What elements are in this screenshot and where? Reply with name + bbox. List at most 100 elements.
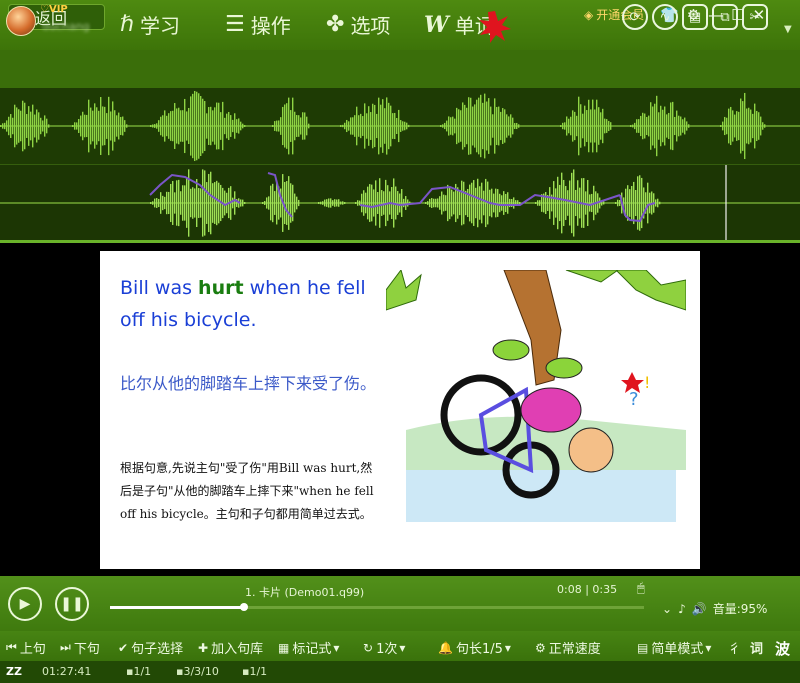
wave-sample (631, 185, 633, 221)
wave-sample (348, 121, 350, 131)
wave-sample (371, 184, 373, 222)
more-arrow-icon[interactable]: ▼ (784, 24, 792, 35)
wave-sample (571, 172, 573, 234)
mark-label: 标记式 (292, 642, 332, 657)
wave-sample (336, 199, 338, 207)
wave-sample (512, 117, 514, 135)
wave-sample (591, 193, 593, 213)
next-sentence-button[interactable]: ⏭ 下句 (60, 638, 100, 657)
waveform-sentence[interactable] (0, 164, 800, 241)
wave-sample (468, 97, 470, 155)
copy-window-icon[interactable]: ⧉ (712, 4, 738, 30)
play-button[interactable]: ▶ (8, 587, 42, 621)
wave-sample (38, 112, 40, 140)
wave-sample (94, 103, 96, 149)
wave-sample (383, 191, 385, 215)
wave-sample (720, 125, 722, 127)
wave-sample (639, 175, 641, 231)
wave-sample (431, 198, 433, 208)
grid-icon: ▦ (278, 640, 290, 655)
wave-sample (587, 180, 589, 226)
wave-sample (108, 96, 110, 156)
add-to-library-button[interactable]: ✚ 加入句库 (198, 638, 263, 658)
sentence-select-button[interactable]: ✔ 句子选择 (118, 638, 183, 658)
wave-sample (508, 116, 510, 136)
wave-sample (44, 115, 46, 137)
speed-button[interactable]: ⚙ 正常速度 (535, 638, 601, 658)
wave-sample (96, 107, 98, 145)
wave-sample (372, 103, 374, 149)
chevron-down-icon[interactable]: ⌄ (662, 602, 672, 616)
wave-sample (445, 195, 447, 211)
wave-sample (86, 114, 88, 138)
en-highlight-word[interactable]: hurt (198, 277, 244, 299)
wave-sample (474, 104, 476, 148)
wave-button[interactable]: 波 (775, 638, 790, 659)
step-icon-button[interactable]: 彳 (728, 638, 741, 657)
speaker-icon[interactable]: 🔊 (692, 602, 707, 616)
wave-sample (204, 170, 206, 236)
wave-sample (728, 108, 730, 144)
wave-sample (617, 199, 619, 207)
mouse-icon[interactable]: 🖱 (637, 581, 645, 596)
waveform-full[interactable] (0, 88, 800, 164)
wave-sample (480, 94, 482, 158)
nav-learn[interactable]: ℏ 学习 (120, 10, 180, 39)
wave-sample (194, 188, 196, 218)
progress-knob[interactable] (239, 603, 248, 611)
wave-sample (458, 109, 460, 143)
wave-sample (182, 110, 184, 142)
music-note-icon[interactable]: ♪ (678, 602, 686, 616)
wave-sample (760, 116, 762, 136)
wave-mode-icon[interactable]: ∿ (652, 4, 678, 30)
wave-sample (100, 97, 102, 155)
wave-sample (734, 114, 736, 138)
pause-button[interactable]: ❚❚ (55, 587, 89, 621)
refresh-icon[interactable]: ⟳ (622, 4, 648, 30)
wave-sample (282, 106, 284, 146)
wave-sample (92, 110, 94, 142)
wave-sample (488, 98, 490, 154)
progress-bar[interactable] (110, 603, 644, 611)
wave-sample (630, 125, 632, 127)
sentence-length-dropdown[interactable]: 🔔 句长1/5 ▾ (438, 638, 514, 658)
wave-sample (655, 199, 657, 207)
avatar[interactable] (6, 6, 36, 36)
cartoon-illustration: ? ! (386, 270, 686, 522)
word-button[interactable]: 词 (750, 638, 763, 657)
wave-sample (640, 115, 642, 137)
wave-sample (490, 106, 492, 146)
wave-sample (598, 107, 600, 145)
prev-sentence-button[interactable]: ⏮ 上句 (6, 638, 46, 657)
tools-icon[interactable]: ✂ (742, 4, 768, 30)
wave-sample (210, 171, 212, 235)
nav-operate[interactable]: ☰ 操作 (225, 10, 291, 39)
wave-sample (510, 114, 512, 138)
wave-sample (513, 197, 515, 209)
wave-sample (498, 106, 500, 146)
wave-sample (396, 118, 398, 134)
wave-sample (178, 107, 180, 145)
repeat-count-dropdown[interactable]: ↻ 1次 ▾ (363, 638, 408, 658)
wave-sample (344, 122, 346, 130)
wave-sample (274, 191, 276, 215)
nav-options-label: 选项 (350, 14, 391, 38)
wave-sample (18, 109, 20, 143)
wave-sample (182, 185, 184, 221)
wave-sample (202, 169, 204, 237)
wave-sample (198, 93, 200, 159)
wave-sample (242, 123, 244, 129)
wave-sample (502, 108, 504, 144)
nav-options[interactable]: ✤ 选项 (326, 10, 390, 39)
wave-sample (363, 190, 365, 216)
dictionary-icon[interactable]: ▤ (682, 4, 708, 30)
mark-mode-dropdown[interactable]: ▦ 标记式 ▾ (278, 638, 342, 658)
wave-sample (328, 198, 330, 208)
wave-sample (294, 193, 296, 213)
wave-sample (6, 120, 8, 132)
mode-dropdown[interactable]: ▤ 简单模式 ▾ (637, 638, 714, 658)
wave-sample (162, 195, 164, 211)
wave-sample (440, 125, 442, 127)
wave-sample (722, 121, 724, 131)
wave-sample (400, 120, 402, 132)
